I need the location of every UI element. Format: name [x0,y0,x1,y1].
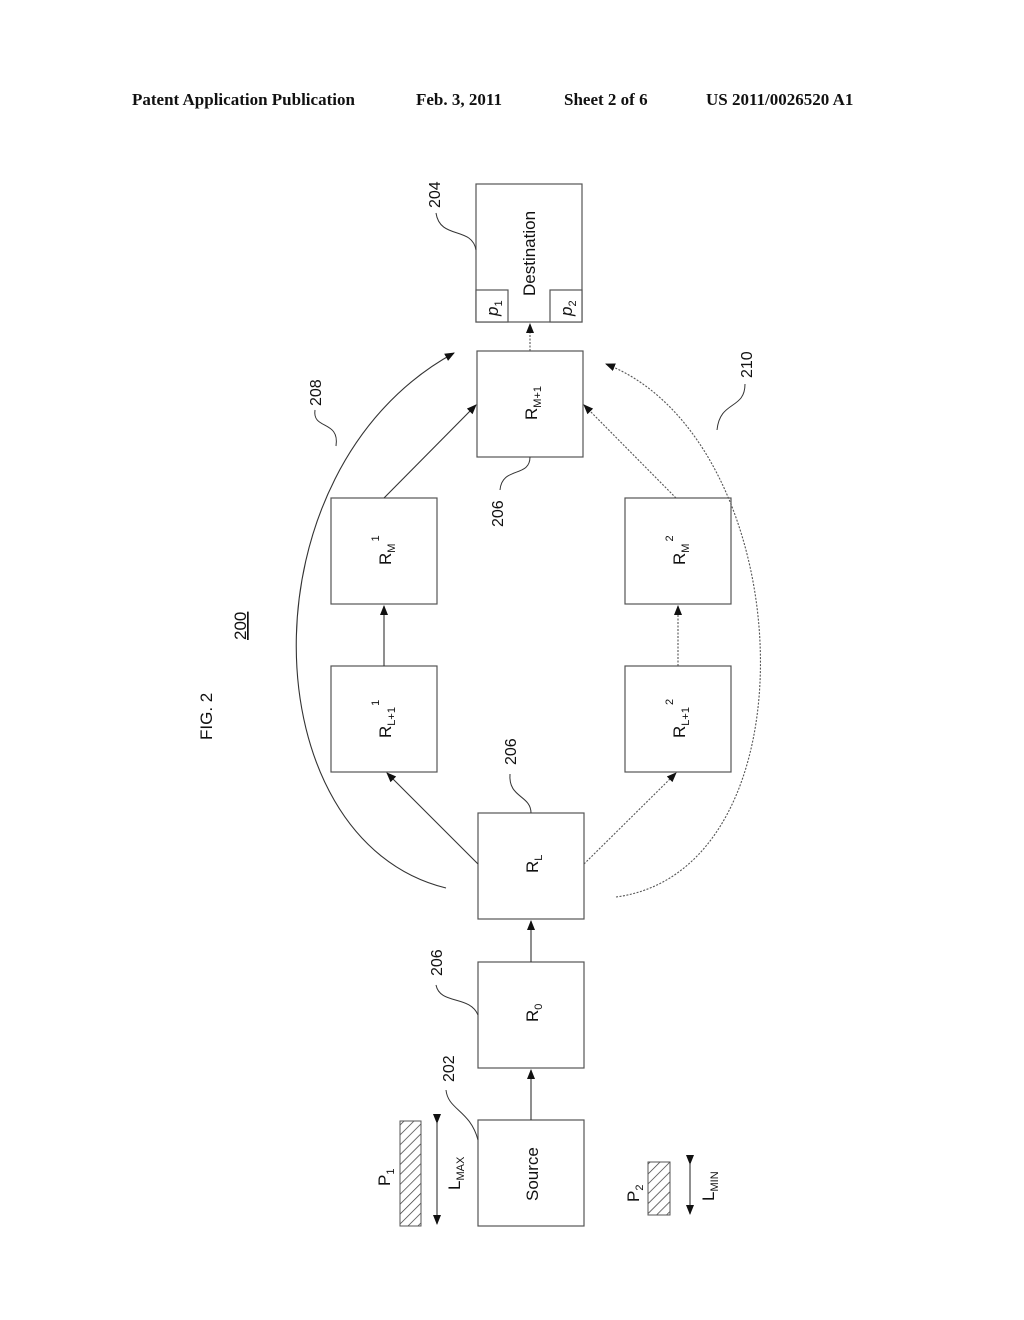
ref-206-rm1-leader [499,456,531,491]
svg-text:P2: P2 [624,1185,646,1202]
packet-p1-length-label: LMAX [445,1156,467,1190]
figure-title: FIG. 2 [197,693,216,740]
edge-rl-rl1-2 [583,772,677,865]
svg-text:LMAX: LMAX [445,1156,467,1190]
packet-p2-hatched-bar [647,1161,671,1216]
ref-202: 202 [441,1055,458,1082]
packet-p1-hatched-bar [399,1120,422,1227]
source-label: Source [523,1147,542,1201]
figure-ref: 200 [231,612,250,640]
ref-208-leader [314,409,337,447]
path-210-curve [605,363,761,898]
rl1-1-node [330,665,438,773]
destination-label: Destination [520,211,539,296]
ref-206-rl: 206 [503,738,520,765]
ref-210-leader [716,383,746,431]
ref-206-rm1: 206 [490,500,507,527]
svg-text:LMIN: LMIN [699,1171,721,1201]
ref-202-leader [445,1089,479,1141]
svg-text:P1: P1 [375,1169,397,1186]
edge-rl-rl1-1 [386,772,479,865]
ref-206-r0: 206 [429,949,446,976]
packet-p2-length-label: LMIN [699,1171,721,1201]
figure-diagram: FIG. 2 200 Source R0 RL RL+11 RM1 RL+12 … [197,181,761,1227]
packet-p2-label: P2 [624,1185,646,1202]
ref-210: 210 [739,351,756,378]
rm-2-node [624,497,732,605]
rm1-node [476,350,584,458]
ref-204-leader [435,212,477,251]
rm-1-node [330,497,438,605]
ref-208: 208 [308,379,325,406]
ref-206-rl-leader [509,773,532,814]
ref-206-r0-leader [435,984,479,1016]
packet-p1-label: P1 [375,1169,397,1186]
edge-rm-2-rm1 [583,404,677,499]
path-208-curve [295,352,455,889]
ref-204: 204 [427,181,444,208]
rl1-2-node [624,665,732,773]
edge-rm-1-rm1 [383,404,477,499]
